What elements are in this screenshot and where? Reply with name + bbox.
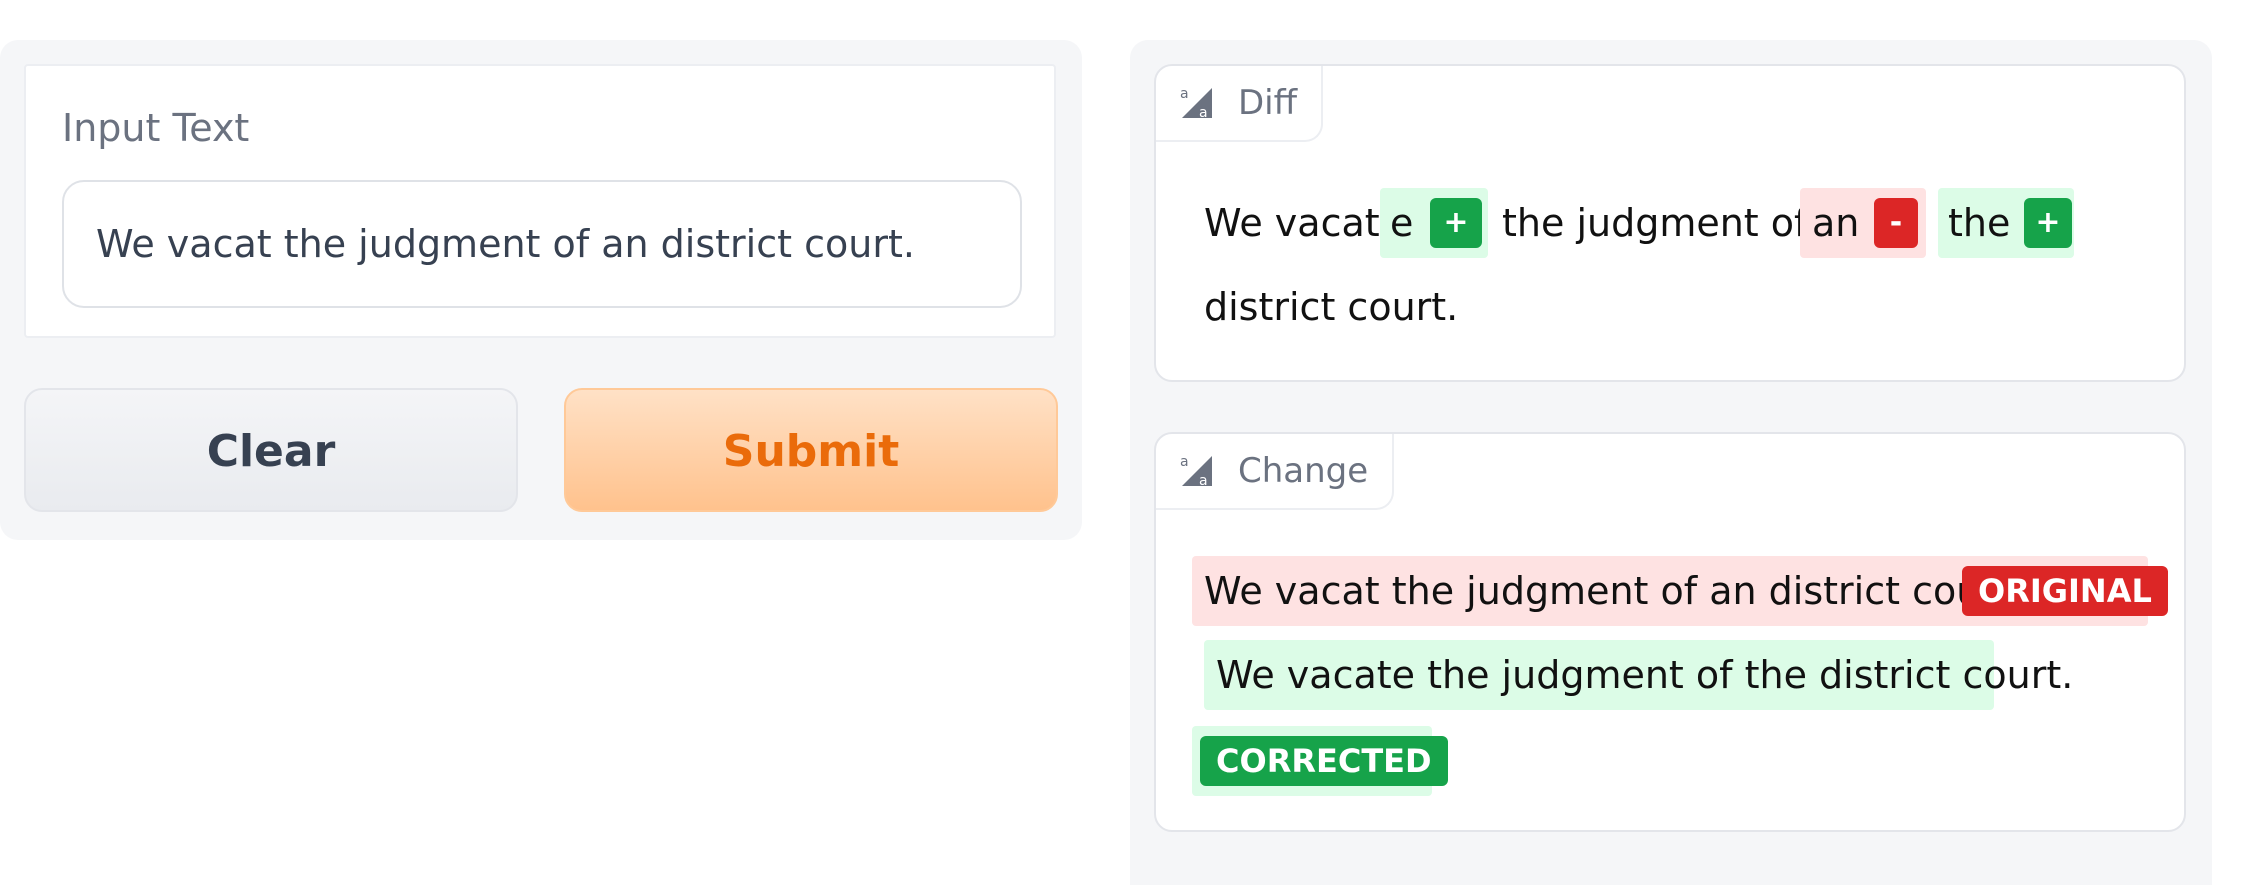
input-text-field[interactable]: We vacat the judgment of an district cou… [62,180,1022,308]
diff-token-added: the + [1938,188,2074,258]
corrected-badge: CORRECTED [1200,736,1448,786]
diff-tab-label: Diff [1238,83,1298,123]
change-tab-label: Change [1238,451,1369,491]
diff-tab: a a Diff [1156,66,1324,142]
text-highlight-icon: a a [1180,86,1212,120]
svg-text:a: a [1180,86,1189,102]
change-tab: a a Change [1156,434,1395,510]
clear-button[interactable]: Clear [24,388,518,512]
diff-token-equal: district court. [1204,285,1459,329]
original-text: We vacat the judgment of an district cou… [1204,569,2023,613]
input-text-block: Input Text We vacat the judgment of an d… [24,64,1056,338]
input-panel: Input Text We vacat the judgment of an d… [0,40,1082,540]
diff-card: a a Diff We vacat e + the judgment of an… [1154,64,2186,382]
plus-icon: + [1430,198,1482,248]
original-badge: ORIGINAL [1962,566,2168,616]
diff-token-deleted: an - [1800,188,1926,258]
diff-token-text: e [1390,201,1414,245]
diff-token-equal: We vacat [1204,201,1380,245]
svg-text:a: a [1199,473,1208,488]
corrected-badge-row: CORRECTED [1192,726,1448,796]
corrected-text: We vacate the judgment of the district c… [1216,653,2074,697]
output-panel: a a Diff We vacat e + the judgment of an… [1130,40,2212,885]
diff-token-added: e + [1380,188,1488,258]
original-sentence: We vacat the judgment of an district cou… [1192,556,2168,626]
diff-token-equal: the judgment of [1502,201,1808,245]
svg-text:a: a [1180,454,1189,470]
minus-icon: - [1874,198,1918,248]
text-highlight-icon: a a [1180,454,1212,488]
diff-token-text: an [1812,201,1860,245]
diff-token-text: the [1948,201,2011,245]
change-card: a a Change We vacat the judgment of an d… [1154,432,2186,832]
plus-icon: + [2024,198,2072,248]
submit-button[interactable]: Submit [564,388,1058,512]
svg-text:a: a [1199,105,1208,120]
input-text-label: Input Text [62,106,250,150]
corrected-sentence: We vacate the judgment of the district c… [1204,640,2073,710]
